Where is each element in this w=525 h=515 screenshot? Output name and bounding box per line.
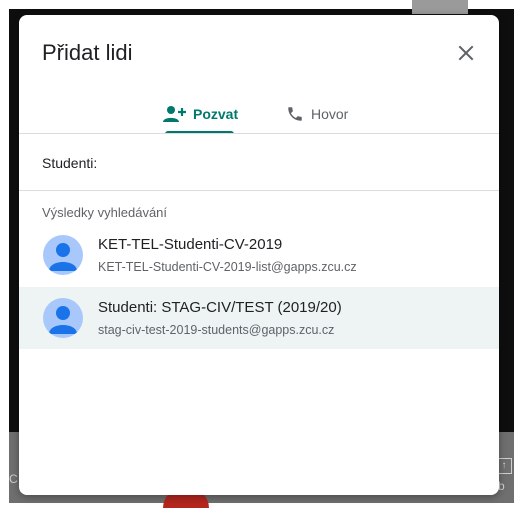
background-text-left: C xyxy=(9,472,18,486)
background-top-element xyxy=(412,0,468,14)
divider xyxy=(19,133,499,134)
group-avatar-icon xyxy=(43,235,83,275)
phone-icon xyxy=(286,105,304,123)
close-icon xyxy=(458,45,474,61)
background-text-right: b xyxy=(498,479,505,493)
close-button[interactable] xyxy=(452,39,480,67)
tab-bar: Pozvat Hovor xyxy=(19,95,499,133)
result-name: Studenti: STAG-CIV/TEST (2019/20) xyxy=(98,299,342,316)
result-item[interactable]: KET-TEL-Studenti-CV-2019 KET-TEL-Student… xyxy=(19,224,499,286)
tab-invite-label: Pozvat xyxy=(193,106,239,122)
divider xyxy=(19,190,499,191)
result-email: KET-TEL-Studenti-CV-2019-list@gapps.zcu.… xyxy=(98,260,357,274)
tab-call[interactable]: Hovor xyxy=(286,95,348,133)
result-item[interactable]: Studenti: STAG-CIV/TEST (2019/20) stag-c… xyxy=(19,287,499,349)
person-add-icon xyxy=(162,105,186,123)
group-avatar-icon xyxy=(43,298,83,338)
result-email: stag-civ-test-2019-students@gapps.zcu.cz xyxy=(98,323,335,337)
result-name: KET-TEL-Studenti-CV-2019 xyxy=(98,236,283,253)
search-results-heading: Výsledky vyhledávání xyxy=(42,205,168,220)
dialog-title: Přidat lidi xyxy=(42,40,133,65)
tab-invite[interactable]: Pozvat xyxy=(162,95,238,133)
add-people-dialog: Přidat lidi Pozvat Hovor Studenti: Výsle… xyxy=(19,15,499,495)
tab-call-label: Hovor xyxy=(311,106,349,122)
search-input[interactable] xyxy=(42,153,472,173)
